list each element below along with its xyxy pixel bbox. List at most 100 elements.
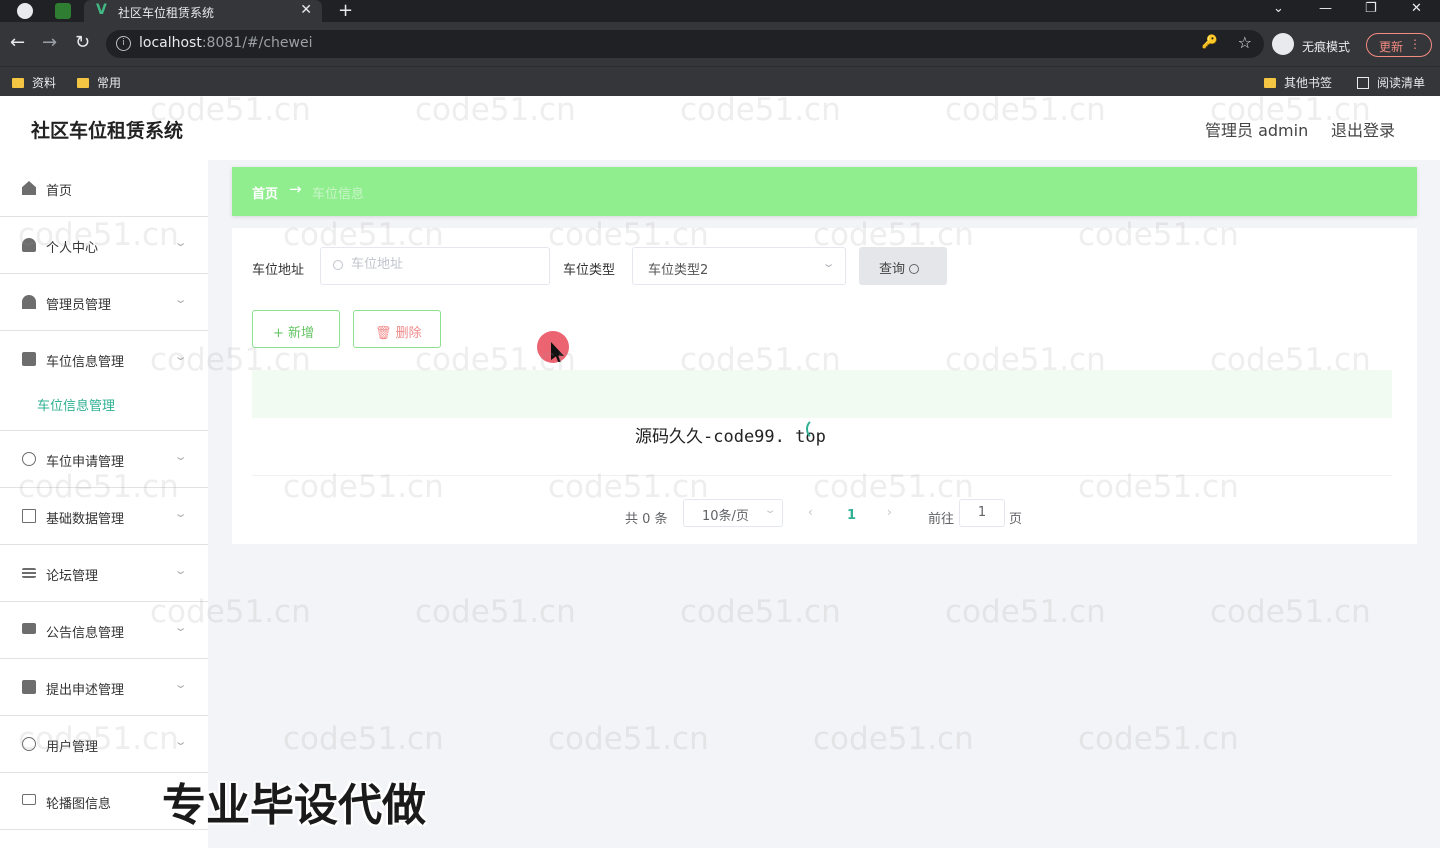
- add-button[interactable]: + 新增: [252, 310, 340, 348]
- chevron-down-icon: ⌄: [173, 450, 188, 463]
- sidebar-item-profile[interactable]: 个人中心 ⌄: [0, 217, 208, 274]
- sidebar-item-label: 提出申述管理: [46, 683, 125, 698]
- breadcrumb: 首页 → 车位信息: [232, 167, 1417, 216]
- goto-label: 前往: [928, 512, 955, 527]
- message-icon: [22, 794, 36, 805]
- site-info-icon[interactable]: i: [116, 36, 131, 51]
- search-icon: [333, 260, 343, 270]
- browser-tab[interactable]: V 社区车位租赁系统 ✕: [84, 0, 322, 22]
- password-key-icon[interactable]: 🔑: [1202, 35, 1218, 50]
- chevron-down-icon: ⌄: [173, 350, 188, 363]
- restore-icon[interactable]: ❐: [1365, 1, 1377, 16]
- prev-page-button[interactable]: ‹: [808, 505, 813, 519]
- url-text: localhost:8081/#/chewei: [139, 35, 313, 51]
- tab-close-icon[interactable]: ✕: [300, 2, 312, 18]
- logout-link[interactable]: 退出登录: [1331, 117, 1395, 141]
- sidebar-item-forum[interactable]: 论坛管理 ⌄: [0, 545, 208, 602]
- sidebar-item-admin[interactable]: 管理员管理 ⌄: [0, 274, 208, 331]
- query-label: 查询: [879, 262, 906, 277]
- breadcrumb-home[interactable]: 首页: [252, 183, 278, 202]
- app-icon[interactable]: [55, 3, 71, 19]
- sidebar-item-application[interactable]: 车位申请管理 ⌄: [0, 431, 208, 488]
- page-size-value: 10条/页: [702, 509, 749, 524]
- more-menu-icon[interactable]: ⋮: [1409, 37, 1421, 51]
- sidebar-item-basic-data[interactable]: 基础数据管理 ⌄: [0, 488, 208, 545]
- reload-icon[interactable]: ↻: [75, 34, 90, 52]
- power-icon: [22, 737, 36, 751]
- compass-icon: [22, 452, 36, 466]
- page-number-current[interactable]: 1: [847, 508, 856, 523]
- parking-icon: [22, 352, 36, 366]
- watermark: code51.cn: [283, 721, 444, 757]
- watermark: code51.cn: [415, 594, 576, 630]
- update-button[interactable]: 更新 ⋮: [1366, 33, 1432, 57]
- watermark: code51.cn: [1078, 721, 1239, 757]
- chevron-down-icon: ⌄: [763, 505, 777, 516]
- forward-icon[interactable]: →: [42, 34, 57, 52]
- watermark: code51.cn: [548, 721, 709, 757]
- sidebar-item-notice[interactable]: 公告信息管理 ⌄: [0, 602, 208, 659]
- arrow-right-icon: →: [289, 180, 302, 198]
- globe-icon[interactable]: [17, 3, 33, 19]
- folder-icon: [1264, 78, 1276, 88]
- window-close-icon[interactable]: ✕: [1411, 1, 1422, 16]
- app-header: 社区车位租赁系统 管理员 admin 退出登录: [0, 96, 1440, 160]
- sidebar-item-parking[interactable]: 车位信息管理 ⌄: [0, 331, 208, 381]
- back-icon[interactable]: ←: [10, 34, 25, 52]
- overlay-source-text: 源码久久-code99. top: [635, 427, 826, 447]
- delete-button[interactable]: 🗑 删除: [353, 310, 441, 348]
- next-page-button[interactable]: ›: [887, 505, 892, 519]
- url-field[interactable]: i localhost:8081/#/chewei 🔑 ☆: [106, 30, 1264, 58]
- chevron-down-icon: ⌄: [173, 507, 188, 520]
- address-input[interactable]: [351, 257, 541, 272]
- sidebar-item-users[interactable]: 用户管理 ⌄: [0, 716, 208, 773]
- chevron-down-icon: ⌄: [173, 236, 188, 249]
- tab-title: 社区车位租赁系统: [118, 6, 215, 20]
- type-label: 车位类型: [563, 263, 616, 278]
- bookmark-folder-changyong[interactable]: 常用: [77, 74, 121, 91]
- table-header: [252, 370, 1392, 418]
- app-root: 社区车位租赁系统 管理员 admin 退出登录 首页 个人中心 ⌄ 管理员管理 …: [0, 96, 1440, 848]
- reading-list[interactable]: 阅读清单: [1357, 74, 1425, 91]
- sidebar-item-label: 轮播图信息: [46, 797, 112, 812]
- crop-icon: [22, 509, 36, 523]
- address-search-field[interactable]: [320, 247, 550, 285]
- sidebar-subitem-parking-info[interactable]: 车位信息管理: [0, 381, 208, 431]
- bookmarks-bar: 资料 常用 其他书签 阅读清单: [0, 66, 1440, 96]
- browser-tab-bar: V 社区车位租赁系统 ✕ + ⌄ — ❐ ✕: [0, 0, 1440, 22]
- pager-total: 共 0 条: [625, 512, 668, 527]
- type-select[interactable]: 车位类型2 ⌄: [632, 247, 846, 285]
- incognito-icon[interactable]: [1272, 33, 1294, 55]
- watermark: code51.cn: [680, 594, 841, 630]
- minimize-icon[interactable]: —: [1319, 1, 1332, 16]
- watermark: code51.cn: [1210, 594, 1371, 630]
- sliders-icon: [22, 568, 36, 578]
- chevron-down-icon: ⌄: [173, 564, 188, 577]
- sidebar: 首页 个人中心 ⌄ 管理员管理 ⌄ 车位信息管理 ⌄ 车位信息管理 车位申请管理…: [0, 160, 208, 848]
- sidebar-item-label: 用户管理: [46, 740, 99, 755]
- check-icon: [22, 680, 36, 694]
- content-panel: 车位地址 车位类型 车位类型2 ⌄ 查询 + 新增 🗑 删除 共 0 条 10条…: [232, 228, 1417, 544]
- sidebar-item-appeal[interactable]: 提出申述管理 ⌄: [0, 659, 208, 716]
- goto-page-input[interactable]: 1: [959, 499, 1005, 527]
- app-title: 社区车位租赁系统: [31, 120, 184, 142]
- chat-icon: [22, 623, 36, 634]
- incognito-label: 无痕模式: [1302, 40, 1351, 54]
- chevron-down-icon: ⌄: [821, 257, 836, 270]
- home-icon: [22, 181, 36, 195]
- folder-icon: [12, 78, 24, 88]
- query-button[interactable]: 查询: [859, 247, 947, 285]
- sidebar-item-home[interactable]: 首页: [0, 160, 208, 217]
- bookmark-star-icon[interactable]: ☆: [1238, 33, 1252, 52]
- sidebar-item-label: 基础数据管理: [46, 512, 125, 527]
- vue-logo-icon: V: [96, 2, 107, 18]
- other-bookmarks[interactable]: 其他书签: [1264, 74, 1332, 91]
- page-size-select[interactable]: 10条/页 ⌄: [683, 499, 783, 527]
- goto-unit: 页: [1009, 512, 1023, 527]
- sidebar-item-label: 管理员管理: [46, 298, 112, 313]
- chevron-down-icon: ⌄: [173, 293, 188, 306]
- new-tab-button[interactable]: +: [338, 0, 353, 21]
- bookmark-folder-ziliao[interactable]: 资料: [12, 74, 56, 91]
- tab-search-icon[interactable]: ⌄: [1273, 1, 1284, 16]
- user-icon: [22, 238, 36, 252]
